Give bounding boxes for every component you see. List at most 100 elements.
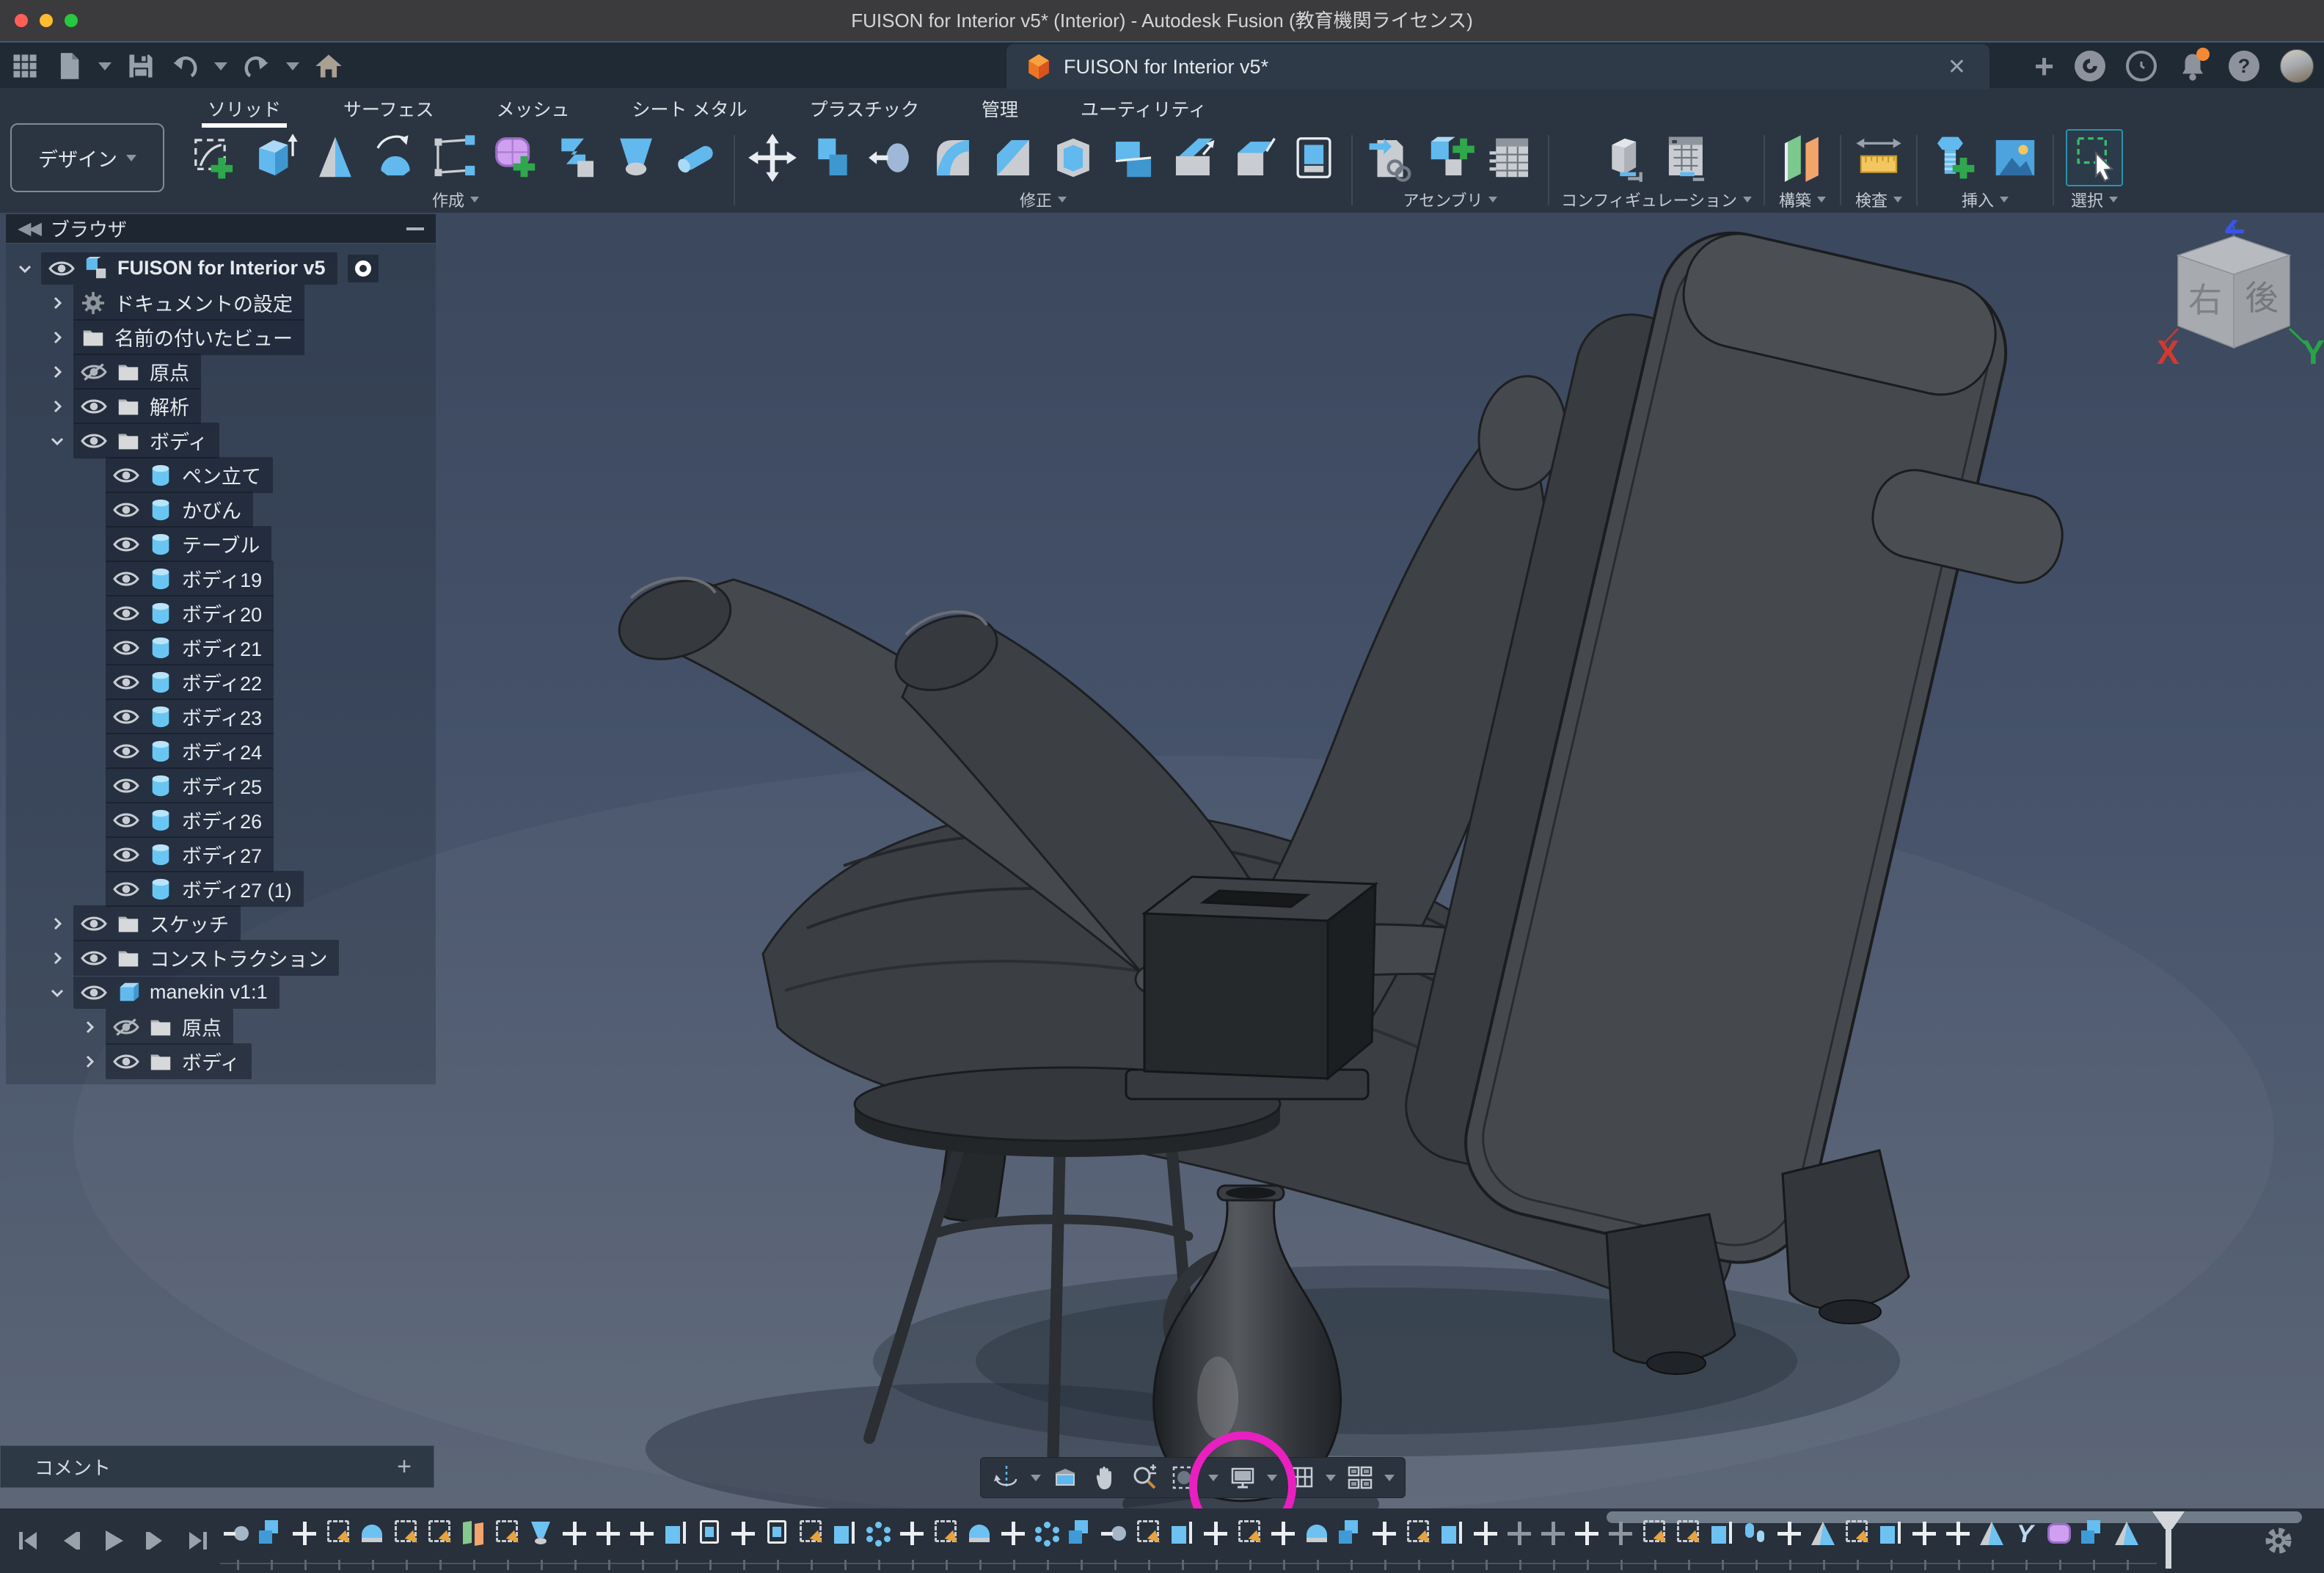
save-icon[interactable] — [126, 51, 156, 81]
expand-arrow-icon[interactable] — [48, 398, 66, 415]
fillet-button[interactable] — [927, 132, 979, 183]
timeline-playhead[interactable] — [2166, 1511, 2171, 1569]
insert-canvas-button[interactable] — [1989, 132, 2041, 183]
expand-arrow-icon[interactable] — [48, 949, 66, 967]
viewcube-face-back[interactable]: 後 — [2245, 279, 2279, 317]
timeline-feature[interactable] — [962, 1519, 996, 1570]
revolve-button[interactable] — [310, 132, 361, 183]
timeline-feature[interactable] — [1334, 1519, 1367, 1570]
expand-arrow-icon[interactable] — [16, 260, 34, 277]
undo-icon[interactable] — [170, 51, 200, 81]
visibility-eye-icon[interactable] — [113, 569, 139, 588]
new-tab-button[interactable]: + — [2034, 51, 2054, 81]
timeline-feature[interactable] — [1300, 1519, 1334, 1570]
configuration-button[interactable] — [1601, 132, 1652, 183]
timeline-feature[interactable] — [321, 1519, 355, 1570]
pan-tool[interactable] — [1088, 1461, 1122, 1494]
activate-component-radio[interactable] — [348, 255, 379, 282]
collapse-panel-icon[interactable]: ◀◀ — [18, 218, 39, 239]
timeline-feature[interactable] — [827, 1519, 861, 1570]
timeline-feature[interactable] — [524, 1519, 558, 1570]
timeline-settings-gear-icon[interactable] — [2262, 1525, 2295, 1557]
step-forward-button[interactable] — [139, 1525, 172, 1557]
timeline-feature[interactable] — [794, 1519, 827, 1570]
display-settings-tool[interactable] — [1226, 1461, 1260, 1494]
group-inspect-label[interactable]: 検査 — [1855, 188, 1888, 211]
ribbon-tab[interactable]: 管理 — [982, 88, 1018, 129]
chamfer-button[interactable] — [987, 132, 1039, 183]
timeline-feature[interactable] — [1131, 1519, 1165, 1570]
group-select-label[interactable]: 選択 — [2071, 188, 2103, 211]
visibility-eye-icon[interactable] — [113, 1052, 139, 1071]
ribbon-tab[interactable]: ソリッド — [208, 88, 281, 129]
select-button[interactable] — [2069, 132, 2120, 183]
timeline-feature[interactable] — [591, 1519, 625, 1570]
visibility-eye-icon[interactable] — [113, 1018, 139, 1037]
file-menu-icon[interactable] — [54, 51, 84, 81]
timeline-feature[interactable] — [2042, 1519, 2076, 1570]
grid-layout-tool[interactable] — [1285, 1461, 1318, 1494]
browser-row[interactable]: ボディ — [6, 423, 436, 458]
browser-row[interactable]: ボディ20 — [6, 596, 436, 630]
help-icon[interactable]: ? — [2229, 51, 2259, 81]
visibility-eye-icon[interactable] — [81, 362, 107, 382]
press-pull-button[interactable] — [867, 132, 918, 183]
hole-button[interactable] — [610, 132, 662, 183]
offset-face-button[interactable] — [1108, 132, 1159, 183]
minimize-panel-icon[interactable] — [406, 227, 424, 230]
visibility-eye-icon[interactable] — [113, 673, 139, 692]
visibility-eye-icon[interactable] — [113, 845, 139, 864]
browser-row[interactable]: ボディ19 — [6, 561, 436, 596]
timeline-feature[interactable] — [1671, 1519, 1705, 1570]
visibility-eye-icon[interactable] — [113, 638, 139, 657]
expand-arrow-icon[interactable] — [48, 363, 66, 381]
visibility-eye-icon[interactable] — [113, 466, 139, 485]
view-cube[interactable]: 右 後 X Y Z — [2142, 220, 2324, 382]
document-tab[interactable]: FUISON for Interior v5* ✕ — [1006, 44, 1989, 90]
browser-row[interactable]: ペン立て — [6, 458, 436, 492]
notifications-bell-icon[interactable] — [2177, 51, 2208, 81]
viewcube-face-right[interactable]: 右 — [2188, 281, 2222, 319]
ribbon-tab[interactable]: シート メタル — [632, 88, 748, 129]
timeline-feature[interactable] — [861, 1519, 895, 1570]
group-assemble-label[interactable]: アセンブリ — [1403, 188, 1483, 211]
ribbon-tab[interactable]: プラスチック — [810, 88, 920, 129]
visibility-eye-icon[interactable] — [113, 500, 139, 519]
box-on-table[interactable] — [1126, 877, 1375, 1099]
browser-row[interactable]: テーブル — [6, 527, 436, 561]
timeline-feature[interactable] — [254, 1519, 288, 1570]
timeline-feature[interactable] — [1367, 1519, 1401, 1570]
derive-button[interactable] — [1364, 132, 1416, 183]
play-button[interactable] — [97, 1525, 129, 1557]
design-workspace-menu[interactable]: デザイン — [10, 123, 164, 192]
timeline-feature[interactable] — [659, 1519, 693, 1570]
timeline-feature[interactable] — [490, 1519, 524, 1570]
timeline-feature[interactable] — [1064, 1519, 1097, 1570]
browser-row[interactable]: ボディ23 — [6, 699, 436, 734]
configuration-table-button[interactable] — [1661, 132, 1712, 183]
go-to-start-button[interactable] — [12, 1525, 44, 1557]
timeline-feature[interactable] — [1941, 1519, 1975, 1570]
group-create-label[interactable]: 作成 — [432, 188, 464, 211]
browser-row[interactable]: FUISON for Interior v5 — [6, 251, 436, 285]
timeline-feature[interactable] — [1536, 1519, 1570, 1570]
undo-caret[interactable] — [214, 62, 227, 70]
timeline-feature[interactable] — [1097, 1519, 1131, 1570]
joint-bom-table-button[interactable] — [1485, 132, 1536, 183]
browser-row[interactable]: かびん — [6, 492, 436, 527]
timeline-feature[interactable] — [1199, 1519, 1232, 1570]
redo-icon[interactable] — [242, 51, 271, 81]
browser-row[interactable]: コンストラクション — [6, 941, 436, 975]
timeline-feature[interactable] — [1165, 1519, 1199, 1570]
visibility-eye-icon[interactable] — [81, 914, 107, 933]
timeline-feature[interactable] — [220, 1519, 254, 1570]
timeline-feature[interactable] — [1266, 1519, 1300, 1570]
timeline-feature[interactable] — [895, 1519, 929, 1570]
timeline-feature[interactable] — [1469, 1519, 1502, 1570]
browser-row[interactable]: ボディ26 — [6, 803, 436, 837]
orbit-caret[interactable] — [1031, 1475, 1041, 1481]
timeline-feature[interactable] — [1604, 1519, 1637, 1570]
group-modify-label[interactable]: 修正 — [1020, 188, 1052, 211]
fit-caret[interactable] — [1208, 1475, 1218, 1481]
combine-button[interactable] — [807, 132, 858, 183]
